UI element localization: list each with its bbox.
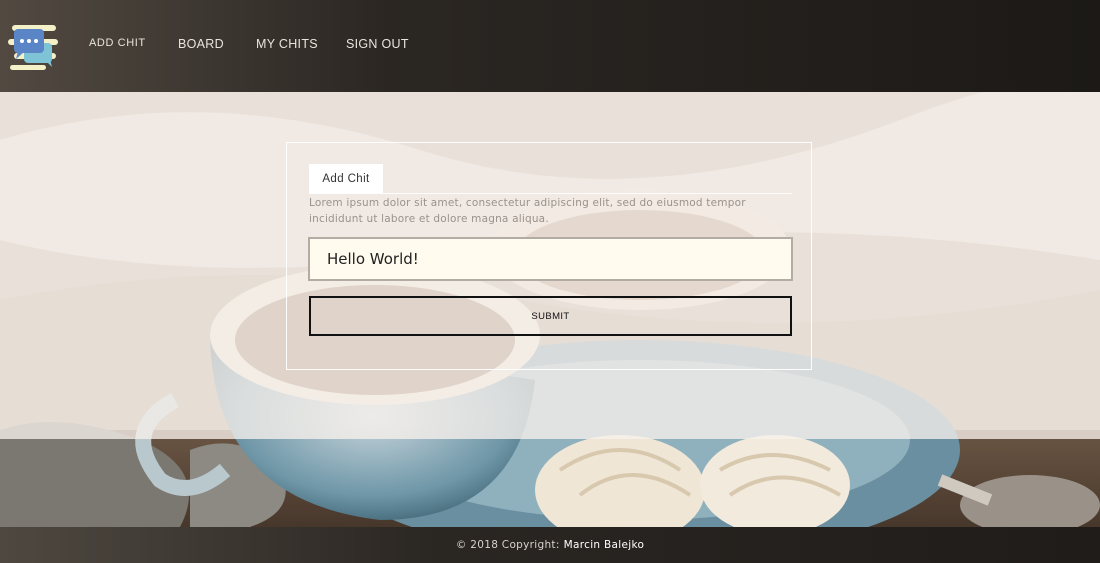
- top-navbar: ADD CHIT BOARD MY CHITS SIGN OUT: [0, 0, 1100, 92]
- form-description: Lorem ipsum dolor sit amet, consectetur …: [309, 197, 746, 225]
- nav-board[interactable]: BOARD: [178, 37, 224, 51]
- add-chit-form: Add Chit Lorem ipsum dolor sit amet, con…: [286, 142, 812, 370]
- main-nav: ADD CHIT BOARD MY CHITS SIGN OUT: [0, 0, 1100, 92]
- chit-text-input[interactable]: [308, 237, 793, 281]
- nav-my-chits[interactable]: MY CHITS: [256, 37, 318, 51]
- tab-add-chit[interactable]: Add Chit: [309, 164, 383, 193]
- tab-divider: [309, 193, 792, 194]
- footer-copyright: © 2018 Copyright: Marcin Balejko: [456, 539, 644, 551]
- submit-button[interactable]: SUBMIT: [309, 296, 792, 336]
- nav-add-chit[interactable]: ADD CHIT: [89, 37, 146, 49]
- nav-sign-out[interactable]: SIGN OUT: [346, 37, 409, 51]
- copyright-text: © 2018 Copyright:: [455, 539, 560, 551]
- author-link[interactable]: Marcin Balejko: [564, 539, 645, 551]
- footer: © 2018 Copyright: Marcin Balejko: [0, 527, 1100, 563]
